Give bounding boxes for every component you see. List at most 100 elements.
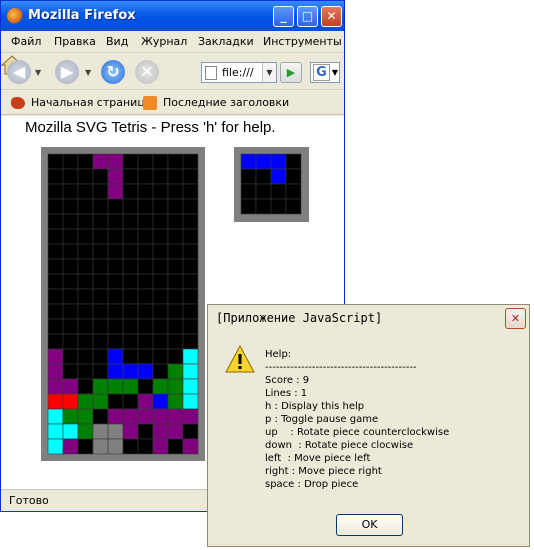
dialog-titlebar[interactable]: [Приложение JavaScript] ✕: [208, 305, 529, 331]
empty-cell: [167, 333, 184, 350]
message-line: left : Move piece left: [265, 453, 371, 464]
empty-cell: [182, 228, 199, 245]
bookmark-home-icon: [11, 97, 25, 109]
maximize-button[interactable]: □: [297, 6, 318, 27]
block-cell: [92, 393, 109, 410]
empty-cell: [240, 168, 257, 185]
empty-cell: [62, 318, 79, 335]
reload-icon[interactable]: ↻: [101, 60, 125, 84]
url-dropdown-icon[interactable]: ▼: [262, 63, 276, 82]
back-dropdown-icon[interactable]: ▼: [35, 68, 41, 77]
empty-cell: [77, 438, 94, 455]
empty-cell: [167, 258, 184, 275]
dialog-close-button[interactable]: ✕: [505, 308, 526, 329]
block-cell: [122, 363, 139, 380]
bookmark-latest-headlines[interactable]: Последние заголовки: [163, 96, 289, 109]
menu-tools[interactable]: Инструменты: [263, 35, 342, 48]
empty-cell: [92, 213, 109, 230]
empty-cell: [92, 273, 109, 290]
empty-cell: [182, 318, 199, 335]
message-line: Score : 9: [265, 375, 310, 386]
empty-cell: [137, 258, 154, 275]
block-cell: [182, 348, 199, 365]
google-icon: G: [313, 64, 330, 81]
window-titlebar[interactable]: Mozilla Firefox _ □ ✕: [1, 1, 344, 31]
ok-button[interactable]: OK: [336, 514, 403, 536]
empty-cell: [182, 288, 199, 305]
empty-cell: [92, 228, 109, 245]
empty-cell: [77, 318, 94, 335]
empty-cell: [47, 333, 64, 350]
empty-cell: [152, 213, 169, 230]
block-cell: [47, 363, 64, 380]
url-input[interactable]: file:/// ▼: [201, 62, 277, 83]
empty-cell: [92, 303, 109, 320]
empty-cell: [107, 393, 124, 410]
empty-cell: [152, 288, 169, 305]
empty-cell: [137, 168, 154, 185]
block-cell: [152, 438, 169, 455]
empty-cell: [62, 183, 79, 200]
empty-cell: [182, 303, 199, 320]
navigation-toolbar: ◀ ▼ ▶ ▼ ↻ ✕ file:/// ▼ ▶ G ▼: [0, 54, 344, 90]
dialog-message: Help: ----------------------------------…: [265, 348, 515, 491]
empty-cell: [285, 153, 302, 170]
block-cell: [107, 423, 124, 440]
empty-cell: [122, 273, 139, 290]
search-dropdown-icon[interactable]: ▼: [332, 68, 338, 77]
block-cell: [270, 153, 287, 170]
block-cell: [107, 408, 124, 425]
empty-cell: [137, 438, 154, 455]
empty-cell: [77, 183, 94, 200]
empty-cell: [255, 183, 272, 200]
empty-cell: [47, 288, 64, 305]
empty-cell: [122, 348, 139, 365]
empty-cell: [77, 258, 94, 275]
empty-cell: [137, 348, 154, 365]
search-engine-selector[interactable]: G ▼: [310, 62, 340, 83]
forward-arrow-icon[interactable]: ▶: [55, 60, 79, 84]
menu-history[interactable]: Журнал: [141, 35, 187, 48]
block-cell: [107, 363, 124, 380]
go-button[interactable]: ▶: [280, 62, 302, 83]
empty-cell: [92, 258, 109, 275]
empty-cell: [77, 288, 94, 305]
empty-cell: [47, 273, 64, 290]
rss-feed-icon: [143, 96, 157, 110]
close-button[interactable]: ✕: [321, 6, 342, 27]
empty-cell: [167, 318, 184, 335]
empty-cell: [182, 273, 199, 290]
menu-bookmarks[interactable]: Закладки: [198, 35, 254, 48]
forward-dropdown-icon[interactable]: ▼: [85, 68, 91, 77]
empty-cell: [122, 213, 139, 230]
block-cell: [77, 408, 94, 425]
menu-edit[interactable]: Правка: [54, 35, 96, 48]
block-cell: [107, 168, 124, 185]
empty-cell: [152, 168, 169, 185]
empty-cell: [167, 183, 184, 200]
empty-cell: [137, 318, 154, 335]
empty-cell: [92, 318, 109, 335]
bookmark-home[interactable]: Начальная страница: [31, 96, 152, 109]
empty-cell: [47, 213, 64, 230]
empty-cell: [167, 348, 184, 365]
back-arrow-icon[interactable]: ◀: [7, 60, 31, 84]
empty-cell: [107, 228, 124, 245]
empty-cell: [62, 198, 79, 215]
block-cell: [47, 423, 64, 440]
tetris-board[interactable]: [41, 147, 205, 461]
empty-cell: [77, 303, 94, 320]
empty-cell: [122, 333, 139, 350]
empty-cell: [167, 243, 184, 260]
empty-cell: [62, 258, 79, 275]
empty-cell: [152, 243, 169, 260]
empty-cell: [77, 153, 94, 170]
empty-cell: [240, 183, 257, 200]
menu-view[interactable]: Вид: [106, 35, 128, 48]
menu-file[interactable]: Файл: [11, 35, 41, 48]
stop-icon[interactable]: ✕: [135, 60, 159, 84]
minimize-button[interactable]: _: [273, 6, 294, 27]
empty-cell: [137, 303, 154, 320]
block-cell: [77, 393, 94, 410]
block-cell: [167, 408, 184, 425]
